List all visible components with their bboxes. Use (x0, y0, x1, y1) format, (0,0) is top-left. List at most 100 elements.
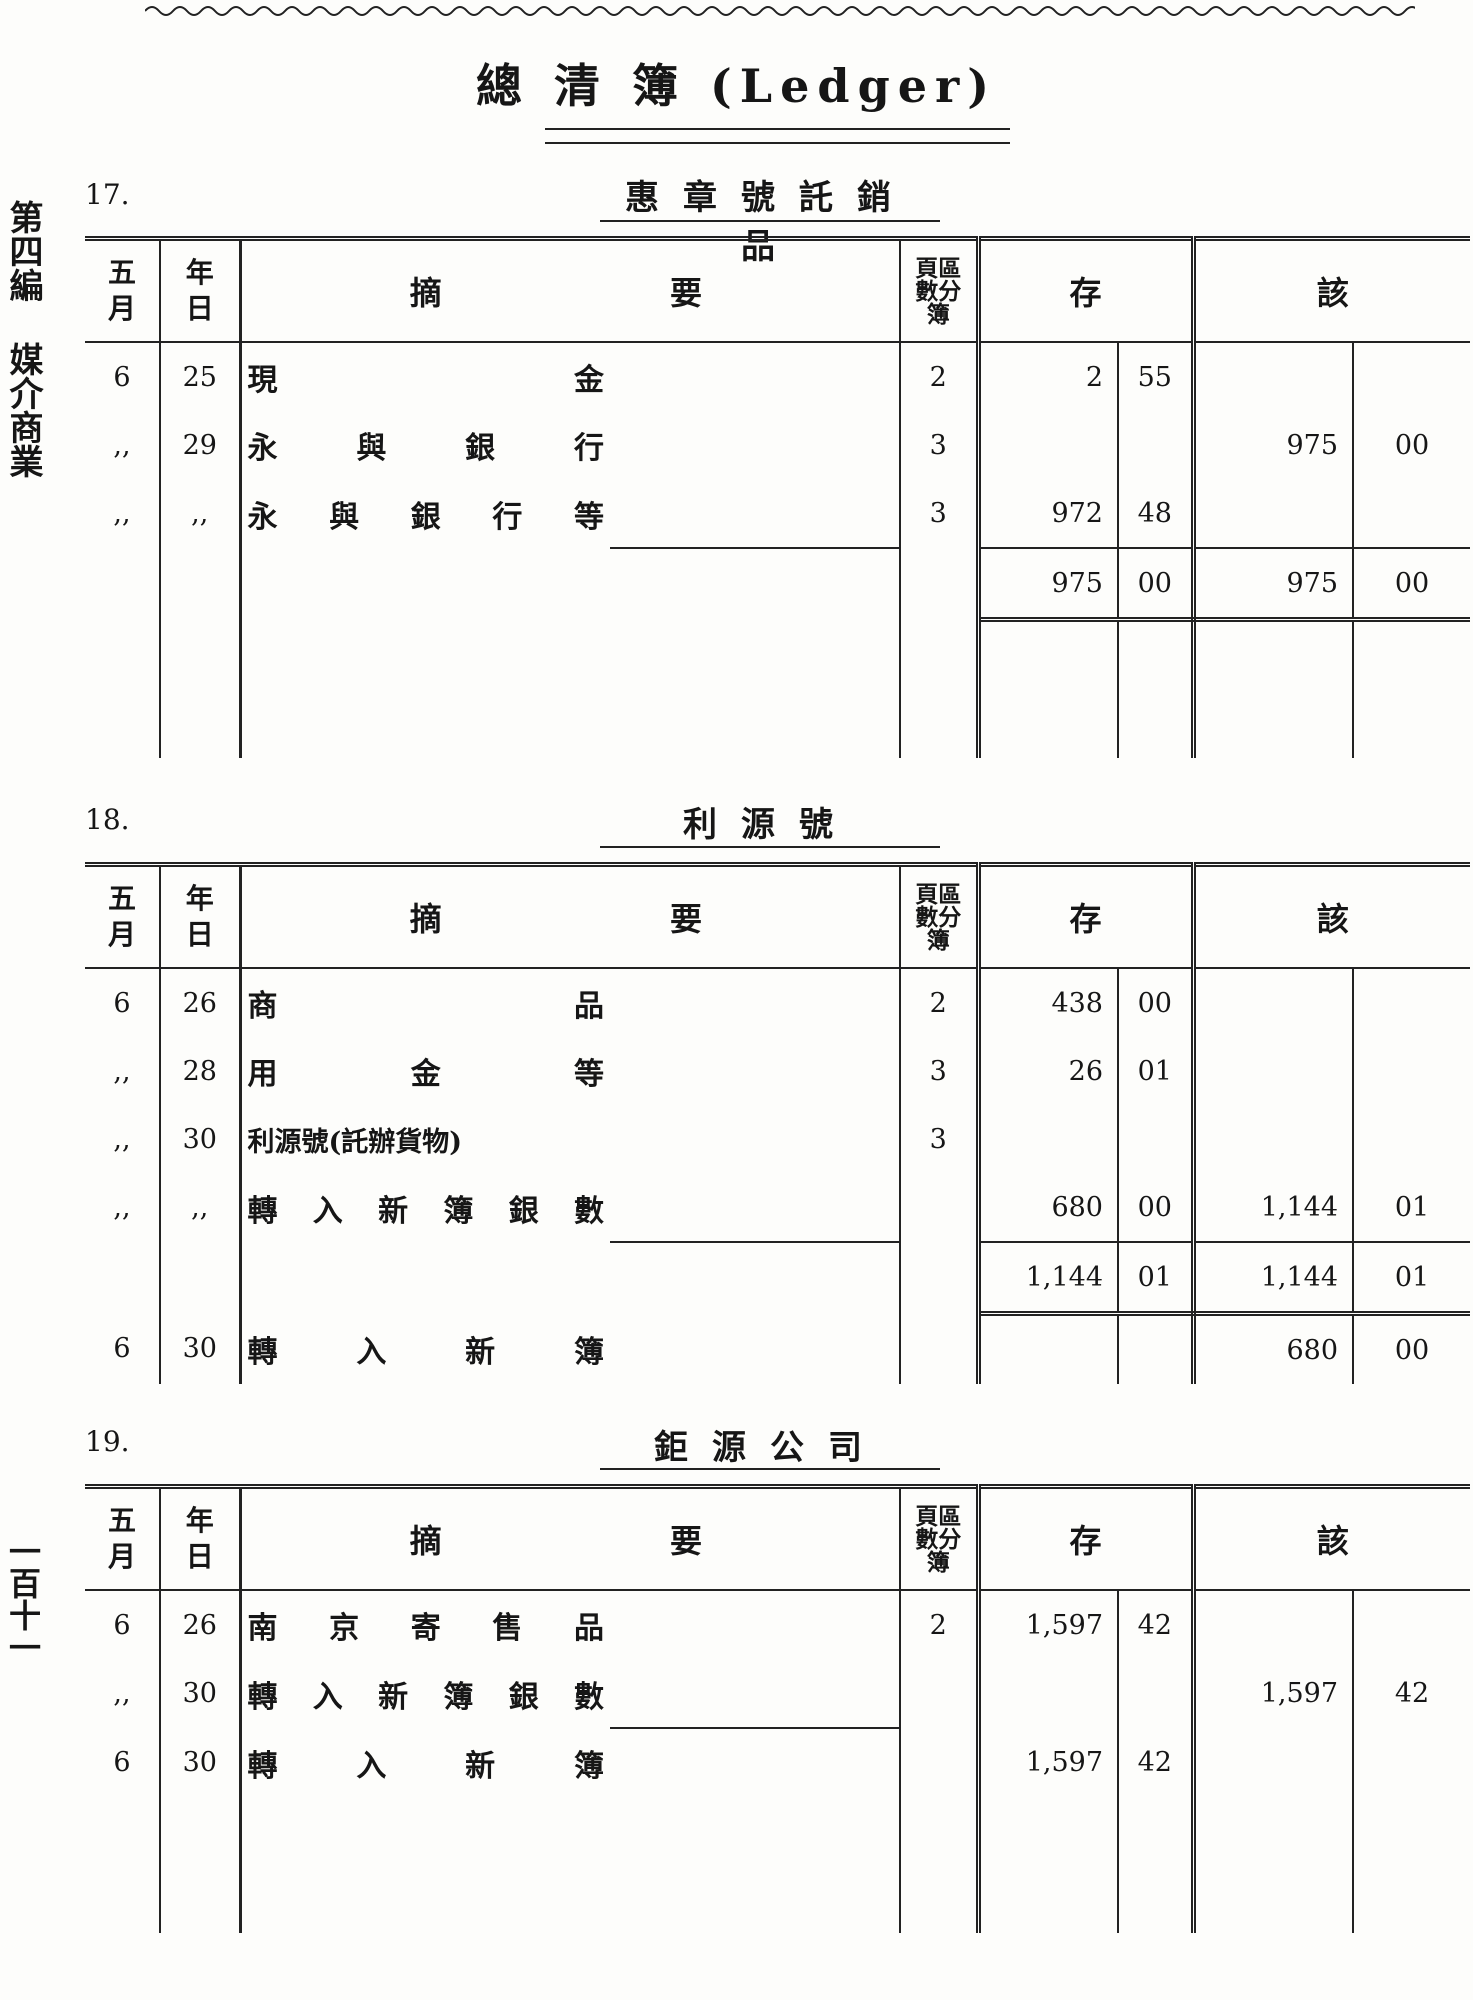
entry-month: 6 (85, 1590, 161, 1659)
entry-day: 30 (160, 1313, 242, 1384)
ledger-empty-row (85, 1797, 1471, 1865)
title-rule (545, 142, 1010, 144)
title-rule (545, 128, 1010, 130)
page-number: 一百十一 (4, 1535, 42, 1663)
ledger-header-row: 五 月年 日摘要頁區 數分 簿存該 (85, 238, 1471, 343)
entry-month: 6 (85, 342, 161, 411)
header-month: 五 月 (85, 1486, 161, 1591)
ledger-row: ,,,, 轉入新簿銀數 680 00 1,144 01 (85, 1173, 1471, 1243)
credit-cents: 01 (1116, 1037, 1196, 1105)
entry-memo (610, 1590, 900, 1659)
header-desc-1: 摘 (240, 238, 610, 343)
credit-cents (1116, 1659, 1196, 1728)
entry-day: 29 (160, 411, 242, 479)
entry-page-ref: 2 (899, 968, 981, 1037)
credit-cents: 00 (1116, 1173, 1196, 1242)
ledger-header-row: 五 月年 日摘要頁區 數分 簿存該 (85, 1486, 1471, 1591)
ledger-empty-row (85, 619, 1471, 690)
header-credit: 存 (978, 238, 1196, 343)
entry-description: 永與銀行 (247, 431, 605, 466)
entry-description: 用金等 (247, 1057, 605, 1092)
entry-day: 25 (160, 342, 242, 411)
account-title-rule (600, 1468, 940, 1470)
side-chapter-label: 第四編媒介商業 (3, 200, 43, 478)
credit-amount (978, 1105, 1118, 1173)
ledger-empty-row (85, 1865, 1471, 1933)
entry-description: 利源號(託辦貨物) (247, 1126, 463, 1158)
credit-cents (1116, 1105, 1196, 1173)
debit-cents: 01 (1352, 1241, 1471, 1316)
entry-memo (610, 1037, 900, 1105)
entry-page-ref: 3 (899, 1037, 981, 1105)
ledger-row: ,, 30 利源號(託辦貨物) 3 (85, 1105, 1471, 1173)
credit-cents: 42 (1116, 1590, 1196, 1659)
entry-day: 26 (160, 968, 242, 1037)
debit-cents (1352, 1590, 1471, 1659)
entry-month: ,, (85, 1173, 161, 1242)
entry-page-ref: 3 (899, 1105, 981, 1173)
header-page-ref: 頁區 數分 簿 (899, 1486, 981, 1591)
debit-amount: 975 (1286, 429, 1339, 461)
credit-amount (978, 411, 1118, 479)
entry-page-ref (899, 1659, 981, 1728)
entry-day: 30 (160, 1105, 242, 1173)
debit-amount (1193, 1105, 1353, 1173)
entry-day: ,, (160, 479, 242, 548)
account-title: 鉅源公司 (654, 1428, 886, 1468)
header-day: 年 日 (160, 238, 242, 343)
entry-description: 現金 (247, 363, 605, 398)
debit-amount: 1,597 (1260, 1678, 1339, 1709)
entry-memo (610, 548, 900, 620)
header-month: 五 月 (85, 864, 161, 969)
entry-month: ,, (85, 1105, 161, 1173)
header-day: 年 日 (160, 864, 242, 969)
entry-memo (610, 479, 900, 549)
debit-cents: 00 (1352, 411, 1471, 479)
ledger-row: ,, 30 轉入新簿銀數 1,597 42 (85, 1659, 1471, 1729)
account-title: 利源號 (683, 805, 857, 845)
credit-amount: 2 (1085, 361, 1103, 393)
entry-page-ref (899, 548, 981, 620)
credit-amount (978, 1314, 1118, 1385)
entry-description: 轉入新簿 (247, 1748, 605, 1784)
header-desc-2: 要 (610, 864, 900, 969)
entry-page-ref: 3 (899, 479, 981, 548)
debit-amount: 680 (1286, 1334, 1339, 1366)
entry-month: ,, (85, 479, 161, 548)
entry-memo (610, 411, 900, 479)
credit-cents (1116, 411, 1196, 479)
ledger-row: ,,,, 永與銀行等 3 972 48 (85, 479, 1471, 549)
header-desc-1: 摘 (240, 864, 610, 969)
account-number: 17. (85, 178, 130, 211)
entry-description (240, 548, 610, 620)
credit-amount: 1,144 (978, 1241, 1118, 1316)
credit-amount: 26 (1068, 1055, 1103, 1087)
credit-cents: 42 (1116, 1728, 1196, 1797)
header-page-ref: 頁區 數分 簿 (899, 238, 981, 343)
debit-amount (1193, 1037, 1353, 1105)
header-desc-1: 摘 (240, 1486, 610, 1591)
entry-memo (610, 1105, 900, 1173)
debit-cents (1352, 968, 1471, 1037)
account-title-rule (600, 846, 940, 848)
debit-cents (1352, 1728, 1471, 1797)
page-title: 總 清 簿 (Ledger) (475, 59, 997, 113)
debit-amount: 975 (1193, 547, 1354, 622)
ledger-header-row: 五 月年 日摘要頁區 數分 簿存該 (85, 864, 1471, 969)
debit-cents (1352, 479, 1471, 548)
credit-cents: 00 (1116, 968, 1196, 1037)
entry-month: 6 (85, 1728, 161, 1797)
entry-page-ref: 2 (899, 342, 981, 411)
entry-memo (610, 968, 900, 1037)
debit-cents (1352, 1105, 1471, 1173)
entry-memo (610, 1659, 900, 1729)
debit-cents (1352, 1037, 1471, 1105)
credit-cents: 55 (1116, 342, 1196, 411)
header-credit: 存 (978, 1486, 1196, 1591)
header-day: 年 日 (160, 1486, 242, 1591)
credit-cents: 01 (1116, 1241, 1196, 1316)
entry-day: 30 (160, 1728, 242, 1797)
top-wave-border (145, 6, 1415, 16)
entry-page-ref: 2 (899, 1590, 981, 1659)
side-chapter-text: 第四編 (3, 200, 43, 302)
